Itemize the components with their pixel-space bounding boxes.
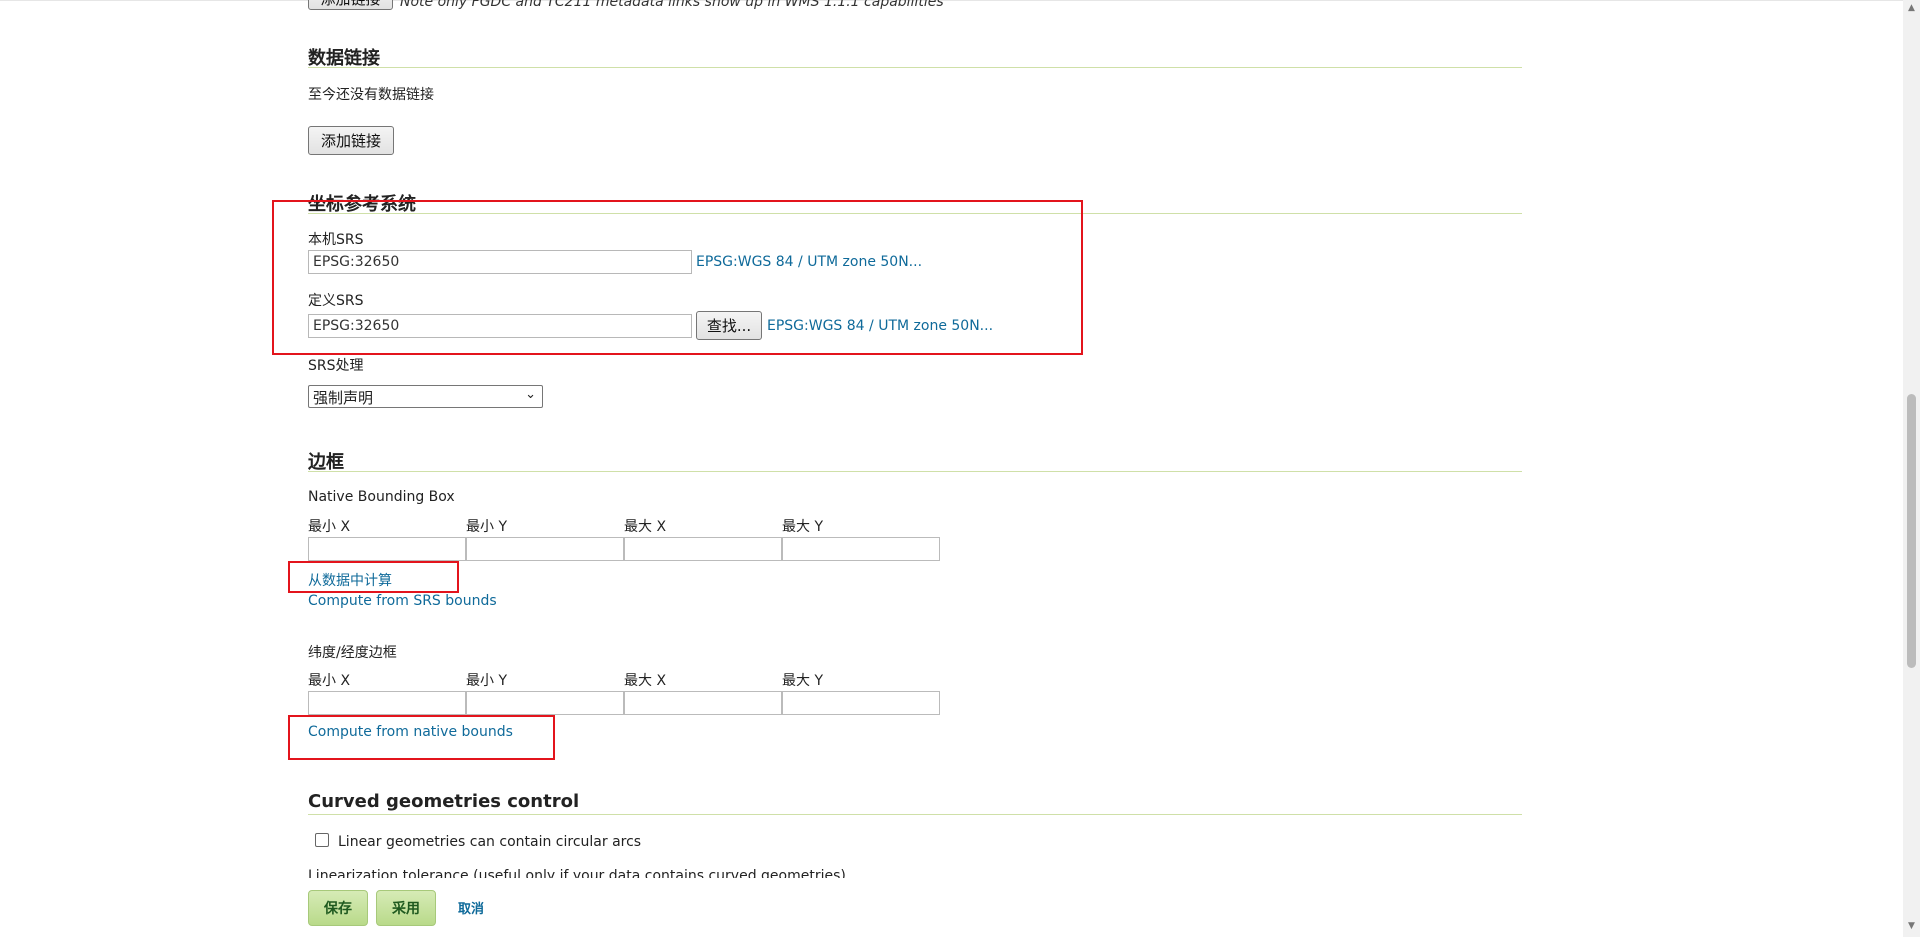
circular-arcs-label: Linear geometries can contain circular a… <box>338 834 642 850</box>
srs-handling-value: 强制声明 <box>313 389 374 407</box>
metadata-note: Note only FGDC and TC211 metadata links … <box>400 0 944 10</box>
layer-edit-page: 添加链接 Note only FGDC and TC211 metadata l… <box>0 0 1920 937</box>
srs-handling-select[interactable]: 强制声明 ⌄ <box>308 385 543 408</box>
native-miny-input[interactable] <box>466 537 624 561</box>
latlon-miny-input[interactable] <box>466 691 624 715</box>
top-divider <box>0 0 1920 1</box>
native-minx-input[interactable] <box>308 537 466 561</box>
native-maxy-input[interactable] <box>782 537 940 561</box>
save-label: 保存 <box>324 901 352 917</box>
latlon-bbox-label: 纬度/经度边框 <box>308 645 397 661</box>
latlon-minx-label: 最小 X <box>308 673 351 689</box>
apply-label: 采用 <box>392 901 420 917</box>
native-minx-label: 最小 X <box>308 519 351 535</box>
compute-from-native-highlight-box <box>288 715 555 760</box>
compute-from-srs-link[interactable]: Compute from SRS bounds <box>308 593 497 609</box>
no-data-links-text: 至今还没有数据链接 <box>308 87 434 103</box>
circular-arcs-checkbox[interactable] <box>315 833 329 847</box>
latlon-maxy-input[interactable] <box>782 691 940 715</box>
page-scrollbar[interactable]: ▲ ▼ <box>1903 0 1920 937</box>
cancel-link[interactable]: 取消 <box>458 898 484 917</box>
chevron-down-icon: ⌄ <box>525 387 536 402</box>
compute-from-data-highlight-box <box>288 561 459 593</box>
scroll-thumb[interactable] <box>1907 394 1916 668</box>
native-maxx-label: 最大 X <box>624 519 667 535</box>
native-bbox-label: Native Bounding Box <box>308 489 455 505</box>
latlon-minx-input[interactable] <box>308 691 466 715</box>
add-metadata-link-button[interactable]: 添加链接 <box>308 0 393 10</box>
add-data-link-button[interactable]: 添加链接 <box>308 126 394 155</box>
srs-handling-label: SRS处理 <box>308 358 364 374</box>
add-data-link-label: 添加链接 <box>320 132 381 150</box>
native-maxy-label: 最大 Y <box>782 519 824 535</box>
section-rule <box>308 814 1522 815</box>
curved-geometries-heading: Curved geometries control <box>308 791 580 812</box>
scroll-up-icon[interactable]: ▲ <box>1907 4 1916 13</box>
native-miny-label: 最小 Y <box>466 519 508 535</box>
native-maxx-input[interactable] <box>624 537 782 561</box>
crs-highlight-box <box>272 200 1083 355</box>
linearization-clip: Linearization tolerance (useful only if … <box>308 860 1208 878</box>
add-metadata-link-label: 添加链接 <box>320 0 380 9</box>
linearization-tolerance-label: Linearization tolerance (useful only if … <box>308 868 846 878</box>
latlon-miny-label: 最小 Y <box>466 673 508 689</box>
apply-button[interactable]: 采用 <box>376 890 436 926</box>
section-rule <box>308 67 1522 68</box>
section-rule <box>308 471 1522 472</box>
latlon-maxx-input[interactable] <box>624 691 782 715</box>
latlon-maxy-label: 最大 Y <box>782 673 824 689</box>
scroll-down-icon[interactable]: ▼ <box>1907 922 1916 931</box>
save-button[interactable]: 保存 <box>308 890 368 926</box>
latlon-maxx-label: 最大 X <box>624 673 667 689</box>
